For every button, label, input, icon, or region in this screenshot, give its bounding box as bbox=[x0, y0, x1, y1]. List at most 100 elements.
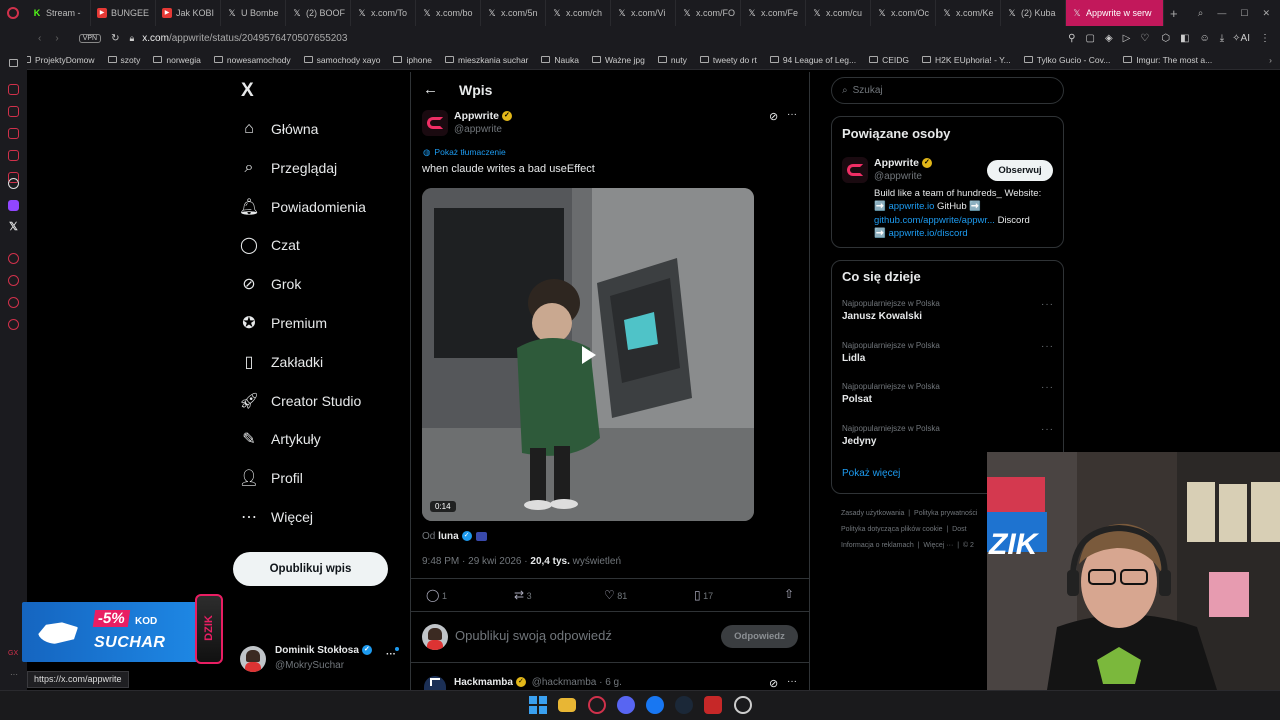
back-arrow-icon[interactable]: ← bbox=[423, 81, 438, 98]
post-time[interactable]: 9:48 PM · 29 kwi 2026 · bbox=[422, 556, 530, 567]
reply-input[interactable]: Opublikuj swoją odpowiedź bbox=[455, 628, 612, 643]
bio-link-github[interactable]: github.com/appwrite/appwr... bbox=[874, 215, 995, 226]
sidebar-twitch-icon[interactable] bbox=[8, 200, 19, 211]
sidebar-chat-icon[interactable] bbox=[8, 297, 19, 308]
browser-tab[interactable]: 𝕏x.com/ch bbox=[546, 0, 611, 26]
nav-item-rocket[interactable]: 🚀︎ Creator Studio bbox=[239, 392, 361, 410]
sidebar-clock-icon[interactable] bbox=[8, 275, 19, 286]
nav-item-search[interactable]: ⌕ Przeglądaj bbox=[240, 159, 338, 177]
footer-more[interactable]: Więcej ··· bbox=[923, 542, 953, 549]
bookmark-action[interactable]: ▯ 17 bbox=[694, 588, 713, 602]
shield-icon[interactable]: ◈ bbox=[1105, 33, 1113, 44]
bookmark-item[interactable]: 94 League of Leg... bbox=[769, 55, 856, 65]
bookmark-item[interactable]: H2K EUphoria! - Y... bbox=[922, 55, 1011, 65]
url-input[interactable]: x.com/appwrite/status/204957647050765520… bbox=[142, 33, 347, 44]
trend-item[interactable]: Najpopularniejsze w Polska Lidla ··· bbox=[842, 341, 1054, 364]
browser-tab[interactable]: 𝕏x.com/Oc bbox=[871, 0, 936, 26]
footer-cookies[interactable]: Polityka dotycząca plików cookie bbox=[841, 526, 943, 533]
trend-item[interactable]: Najpopularniejsze w Polska Janusz Kowalsk… bbox=[842, 299, 1054, 322]
sidebar-wallet-icon[interactable] bbox=[8, 150, 19, 161]
related-avatar[interactable] bbox=[842, 157, 868, 183]
play-icon[interactable]: ▷ bbox=[1123, 33, 1131, 44]
profile-icon[interactable]: ☺ bbox=[1200, 33, 1210, 44]
browser-tab[interactable]: 𝕏x.com/cu bbox=[806, 0, 871, 26]
sidebar-gx-label[interactable]: GX bbox=[8, 650, 18, 657]
show-more-link[interactable]: Pokaż więcej bbox=[842, 468, 900, 479]
author-handle[interactable]: @appwrite bbox=[454, 124, 502, 135]
browser-tab[interactable]: 𝕏x.com/Vi bbox=[611, 0, 676, 26]
nav-item-more[interactable]: ⋯ Więcej bbox=[240, 508, 313, 526]
video-play-icon[interactable] bbox=[582, 346, 596, 364]
author-avatar[interactable] bbox=[422, 110, 448, 136]
search-tabs-icon[interactable]: ⌕ bbox=[1198, 8, 1204, 19]
sidebar-bookmarks-icon[interactable] bbox=[8, 128, 19, 139]
new-tab-icon[interactable]: + bbox=[1170, 6, 1178, 21]
grok-icon[interactable]: ⊘ bbox=[769, 110, 778, 123]
next-post-more-icon[interactable]: ··· bbox=[787, 676, 797, 687]
footer-privacy[interactable]: Polityka prywatności bbox=[914, 510, 977, 517]
x-logo[interactable]: X bbox=[241, 80, 254, 102]
browser-tab[interactable]: ▶ Jak KOBI bbox=[156, 0, 221, 26]
browser-tab[interactable]: 𝕏 (2) BOOF bbox=[286, 0, 351, 26]
nav-item-user[interactable]: 👤︎ Profil bbox=[239, 469, 303, 487]
sidebar-music-icon[interactable] bbox=[8, 253, 19, 264]
sidebar-history-icon[interactable] bbox=[8, 106, 19, 117]
post-more-icon[interactable]: ··· bbox=[787, 109, 797, 120]
maximize-icon[interactable]: ☐ bbox=[1240, 8, 1248, 19]
account-switcher[interactable]: Dominik Stokłosa ✓ @MokrySuchar ··· bbox=[240, 644, 400, 674]
browser-tab[interactable]: 𝕏x.com/bo bbox=[416, 0, 481, 26]
reload-icon[interactable]: ↻ bbox=[111, 33, 119, 44]
bio-link-discord[interactable]: appwrite.io/discord bbox=[888, 228, 967, 239]
sidebar-messenger-icon[interactable] bbox=[8, 84, 19, 95]
next-post-handle[interactable]: @hackmamba · 6 g. bbox=[532, 677, 622, 688]
publish-post-button[interactable]: Opublikuj wpis bbox=[233, 552, 388, 586]
nav-item-grok[interactable]: ⊘ Grok bbox=[240, 275, 301, 293]
account-more-icon[interactable]: ··· bbox=[386, 649, 396, 660]
nav-item-bell[interactable]: 🔔︎ Powiadomienia bbox=[239, 198, 366, 216]
trend-item[interactable]: Najpopularniejsze w Polska Polsat ··· bbox=[842, 382, 1054, 405]
bookmark-item[interactable]: Nauka bbox=[541, 55, 579, 65]
browser-tab[interactable]: 𝕏x.com/Ke bbox=[936, 0, 1001, 26]
vpn-badge[interactable]: VPN bbox=[78, 33, 102, 43]
bookmark-item[interactable]: CEIDG bbox=[869, 55, 909, 65]
browser-tab[interactable]: 𝕏x.com/FO bbox=[676, 0, 741, 26]
file-explorer-icon[interactable] bbox=[558, 698, 576, 712]
trend-more-icon[interactable]: ··· bbox=[1041, 341, 1054, 352]
bookmark-item[interactable]: Tylko Gucio - Cov... bbox=[1023, 55, 1110, 65]
download-icon[interactable]: ⤓ bbox=[1220, 33, 1224, 44]
trend-more-icon[interactable]: ··· bbox=[1041, 382, 1054, 393]
author-name[interactable]: Appwrite bbox=[454, 110, 499, 122]
nav-item-premium[interactable]: ✪ Premium bbox=[240, 314, 327, 332]
browser-tab[interactable]: ▶ BUNGEE bbox=[91, 0, 156, 26]
sidebar-x-icon[interactable]: 𝕏 bbox=[9, 220, 18, 233]
bookmark-item[interactable]: nuty bbox=[657, 55, 687, 65]
minimize-icon[interactable]: — bbox=[1217, 8, 1226, 18]
like-action[interactable]: ♡ 81 bbox=[604, 588, 627, 602]
source-user[interactable]: luna bbox=[438, 531, 459, 542]
browser-tab[interactable]: 𝕏 U Bombe bbox=[221, 0, 286, 26]
post-video[interactable]: 0:14 bbox=[422, 188, 754, 521]
bookmark-item[interactable]: norwegia bbox=[153, 55, 201, 65]
related-name[interactable]: Appwrite bbox=[874, 157, 919, 169]
discord-icon[interactable] bbox=[617, 696, 635, 714]
steam-icon[interactable] bbox=[675, 696, 693, 714]
bookmark-item[interactable]: tweety do rt bbox=[699, 55, 757, 65]
browser-tab[interactable]: 𝕏x.com/5n bbox=[481, 0, 546, 26]
bookmarks-overflow-icon[interactable]: › bbox=[1269, 55, 1272, 65]
opera-gx-icon[interactable] bbox=[588, 696, 606, 714]
sidebar-chatgpt-icon[interactable] bbox=[8, 178, 19, 189]
bookmark-item[interactable]: nowesamochody bbox=[213, 55, 291, 65]
browser-tab[interactable]: 𝕏x.com/Fe bbox=[741, 0, 806, 26]
related-handle[interactable]: @appwrite bbox=[874, 171, 922, 182]
sidebar-more-icon[interactable]: ··· bbox=[10, 670, 18, 679]
search-input[interactable]: ⌕ Szukaj bbox=[831, 77, 1064, 104]
next-post-grok-icon[interactable]: ⊘ bbox=[769, 677, 778, 690]
nav-item-bookmark[interactable]: ▯ Zakładki bbox=[240, 353, 324, 371]
follow-button[interactable]: Obserwuj bbox=[987, 160, 1053, 181]
forward-icon[interactable]: › bbox=[55, 33, 58, 44]
browser-tab[interactable]: 𝕏 (2) Kuba bbox=[1001, 0, 1066, 26]
trend-more-icon[interactable]: ··· bbox=[1041, 424, 1054, 435]
nav-item-home[interactable]: ⌂ Główna bbox=[240, 120, 318, 138]
shield-app-icon[interactable] bbox=[704, 696, 722, 714]
bookmark-item[interactable]: szoty bbox=[107, 55, 140, 65]
